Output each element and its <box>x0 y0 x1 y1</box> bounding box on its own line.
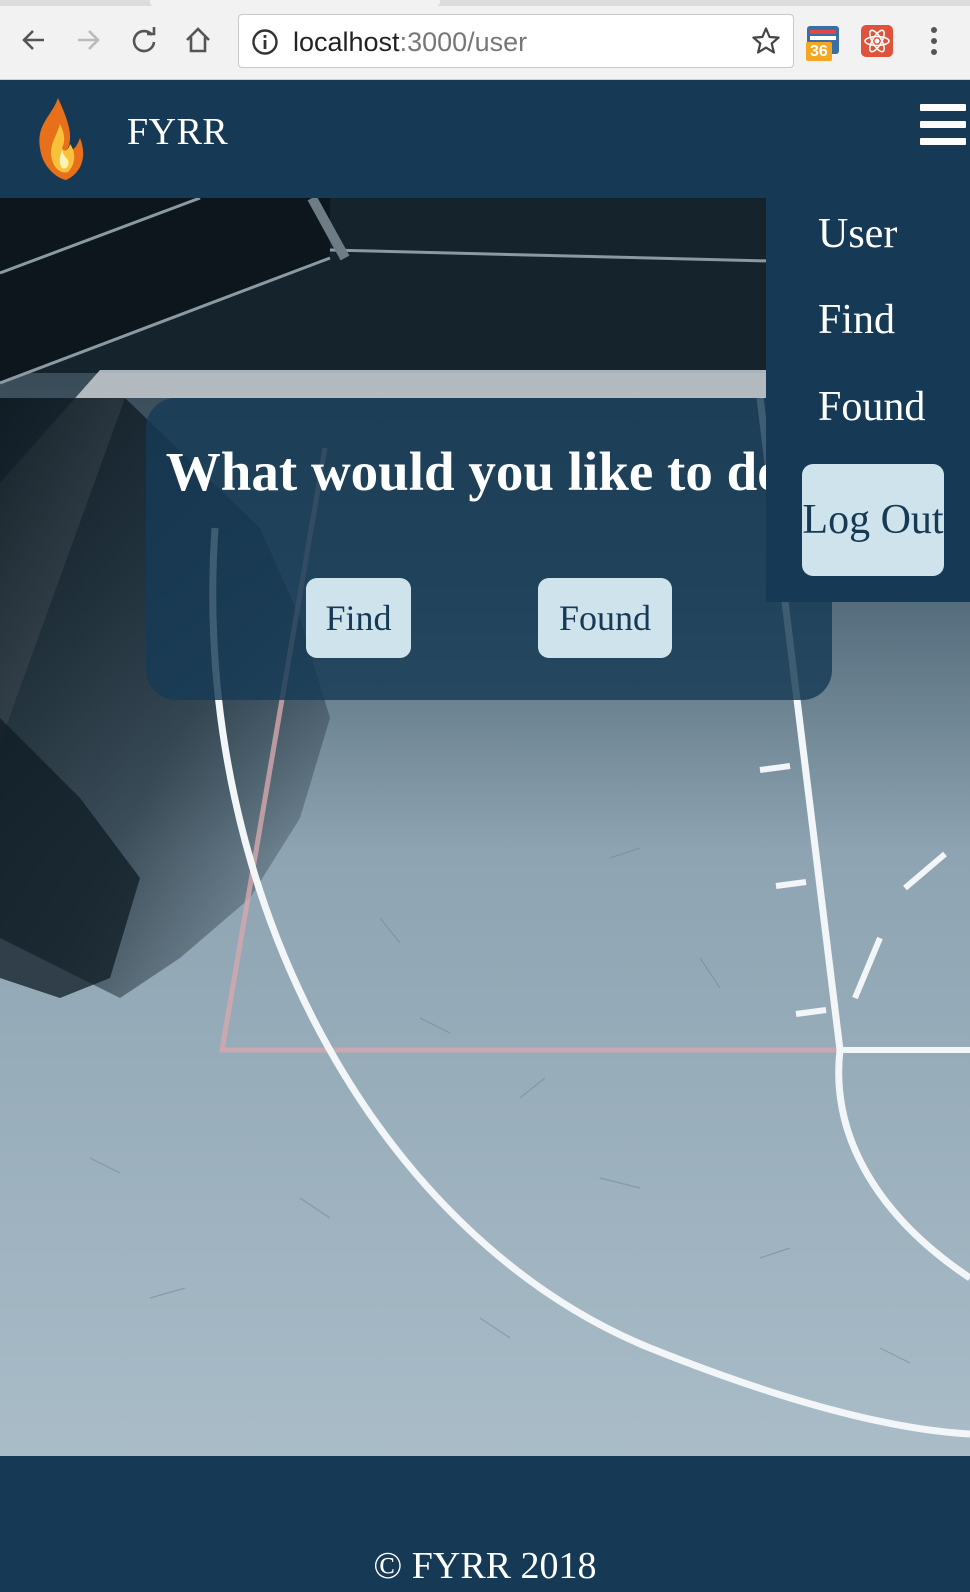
extension-react-devtools[interactable] <box>860 24 894 58</box>
hamburger-bar <box>920 104 966 111</box>
menu-item-found[interactable]: Found <box>818 383 925 431</box>
menu-item-user[interactable]: User <box>818 210 897 258</box>
hamburger-bar <box>920 121 966 128</box>
card-title: What would you like to do? <box>165 441 813 502</box>
react-atom-icon <box>861 25 893 57</box>
forward-button[interactable] <box>70 22 106 58</box>
tab-strip <box>0 0 970 6</box>
app-root: FYRR What would you like to do? Find Fou… <box>0 80 970 1592</box>
menu-item-find[interactable]: Find <box>818 296 895 344</box>
hamburger-bar <box>920 138 966 145</box>
url-text: localhost:3000/user <box>293 27 527 58</box>
action-card: What would you like to do? Find Found <box>146 398 832 700</box>
bookmark-star-icon[interactable] <box>751 26 781 56</box>
address-bar[interactable]: localhost:3000/user <box>238 14 794 68</box>
brand-title[interactable]: FYRR <box>127 110 228 154</box>
browser-toolbar: localhost:3000/user 36 <box>0 0 970 80</box>
reload-icon <box>132 27 156 53</box>
back-button[interactable] <box>16 22 52 58</box>
copyright-text: © FYRR 2018 <box>373 1545 597 1587</box>
url-host: localhost <box>293 27 400 57</box>
reload-button[interactable] <box>126 22 162 58</box>
home-button[interactable] <box>180 22 216 58</box>
url-path: :3000/user <box>399 27 528 57</box>
active-tab[interactable] <box>150 0 440 6</box>
hamburger-icon[interactable] <box>920 102 966 146</box>
back-arrow-icon <box>22 30 44 50</box>
logout-button[interactable]: Log Out <box>802 464 944 576</box>
found-button[interactable]: Found <box>538 578 672 658</box>
kebab-menu-icon[interactable] <box>926 24 942 58</box>
home-icon <box>186 27 210 53</box>
info-icon[interactable] <box>251 28 279 56</box>
footer: © FYRR 2018 <box>0 1456 970 1592</box>
navbar: FYRR <box>0 80 970 198</box>
extension-badge: 36 <box>806 42 832 61</box>
fire-icon[interactable] <box>22 94 94 186</box>
dropdown-menu: User Find Found Log Out <box>766 198 970 602</box>
find-button[interactable]: Find <box>306 578 411 658</box>
forward-arrow-icon <box>78 30 100 50</box>
extension-tabs[interactable]: 36 <box>806 24 840 61</box>
